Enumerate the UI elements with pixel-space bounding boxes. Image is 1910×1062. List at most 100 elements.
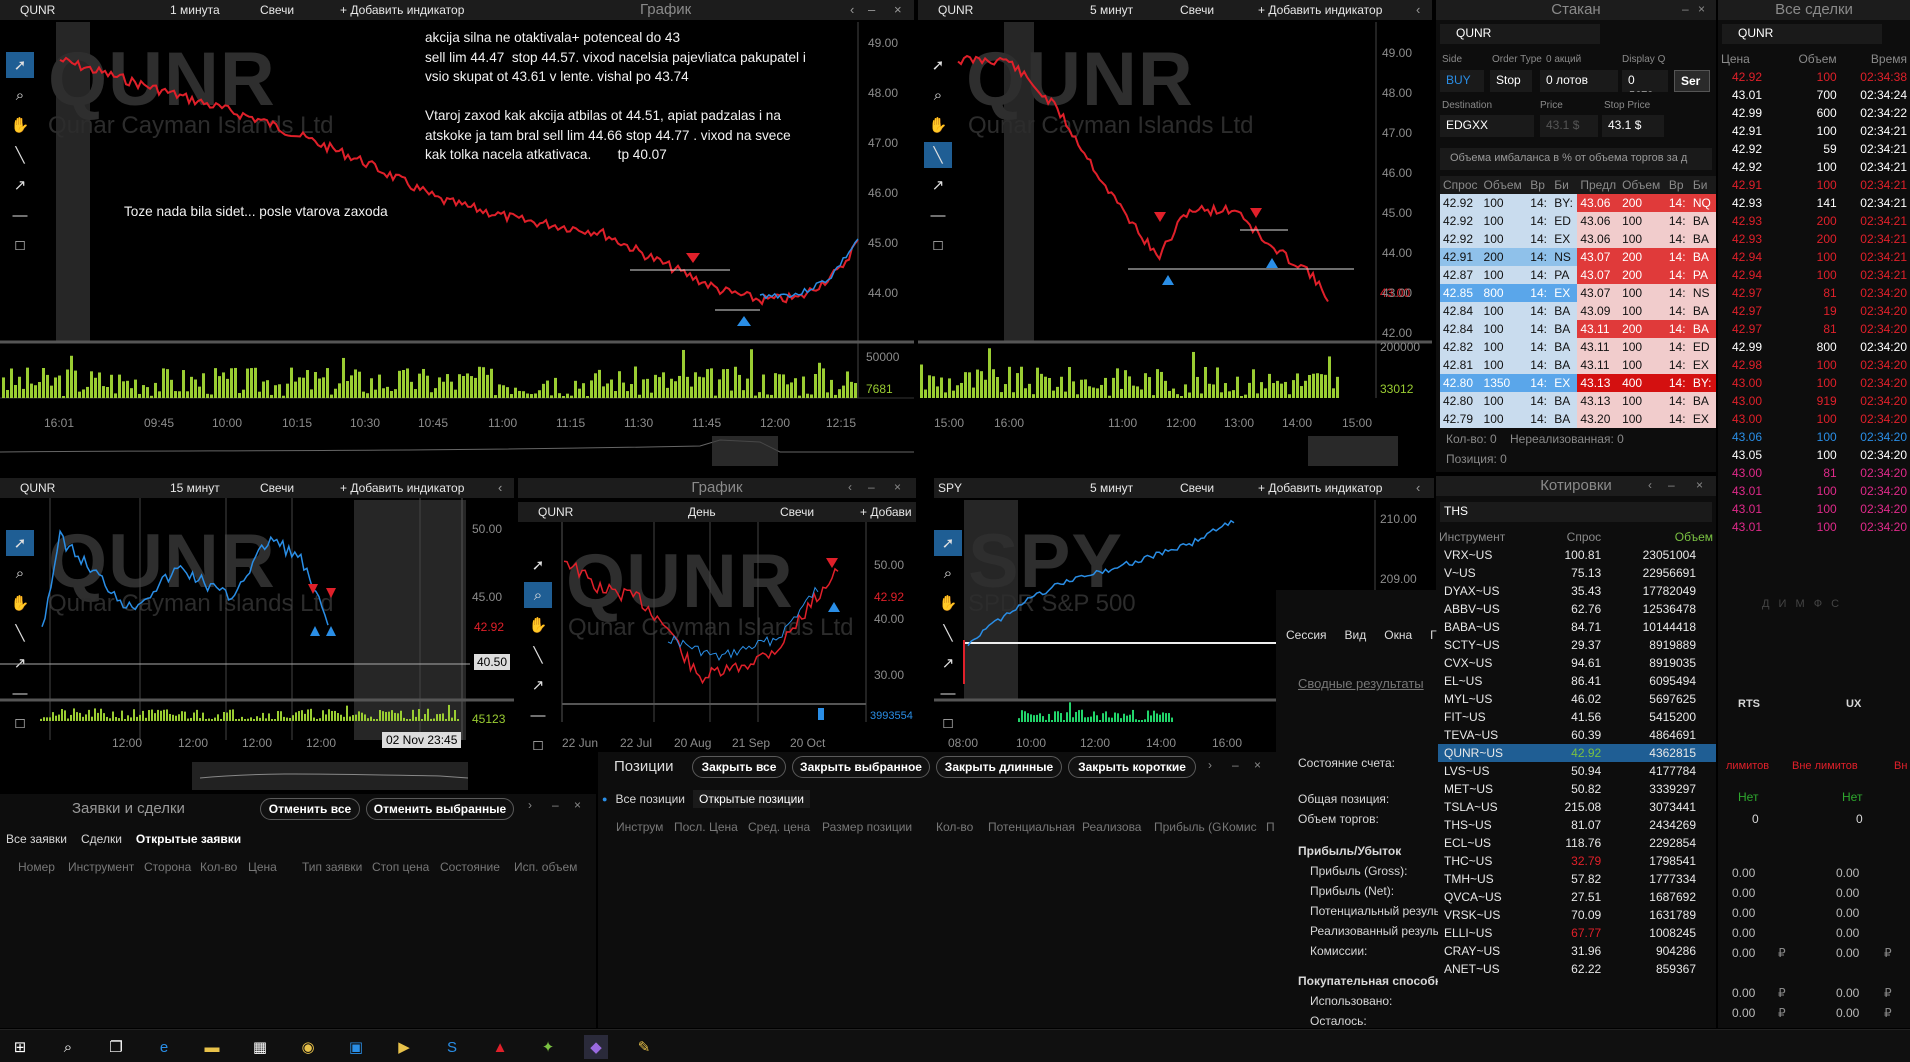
order-book-row[interactable]: 42.79 100 14: BA 43.20 100 14: EX (1440, 410, 1716, 428)
watchlist-select[interactable]: THS (1440, 502, 1712, 522)
quote-row[interactable]: EL~US 86.41 6095494 (1436, 672, 1716, 690)
minimize-icon[interactable]: – (552, 798, 559, 812)
folder-icon[interactable]: ▬ (200, 1035, 224, 1059)
cancel-selected-button[interactable]: Отменить выбранные (366, 798, 514, 820)
quantity-input[interactable]: 0 лотов (1540, 70, 1618, 92)
column-header[interactable]: Спрос (1440, 176, 1481, 194)
menu-item[interactable]: Окна (1384, 628, 1412, 642)
media-player-icon[interactable]: ▶ (392, 1035, 416, 1059)
quote-row[interactable]: LVS~US 50.94 4177784 (1436, 762, 1716, 780)
quote-row[interactable]: SCTY~US 29.37 8919889 (1436, 636, 1716, 654)
side-select[interactable]: BUY (1440, 70, 1484, 92)
symbol-input[interactable]: QUNR (1440, 24, 1600, 44)
order-book-row[interactable]: 42.80 1350 14: EX 43.13 400 14: BY: (1440, 374, 1716, 392)
column-header[interactable]: П (1266, 820, 1275, 834)
quote-row[interactable]: ANET~US 62.22 859367 (1436, 960, 1716, 978)
send-order-button[interactable]: Ser (1674, 70, 1710, 92)
paint-icon[interactable]: ✎ (632, 1035, 656, 1059)
column-header[interactable]: Объем (1781, 50, 1840, 68)
navigator-window[interactable] (712, 436, 778, 466)
store-icon[interactable]: ▦ (248, 1035, 272, 1059)
order-book-row[interactable]: 42.84 100 14: BA 43.09 100 14: BA (1440, 302, 1716, 320)
tab-all-positions[interactable]: Все позиции (615, 792, 685, 806)
column-header[interactable]: Комис (1222, 820, 1257, 834)
order-book-row[interactable]: 42.91 200 14: NS 43.07 200 14: BA (1440, 248, 1716, 266)
filter-letters[interactable]: Д И М Ф С (1762, 598, 1842, 610)
order-book-row[interactable]: 42.84 100 14: BA 43.11 200 14: BA (1440, 320, 1716, 338)
quote-row[interactable]: ELLI~US 67.77 1008245 (1436, 924, 1716, 942)
column-header[interactable]: Вр (1527, 176, 1552, 194)
quote-row[interactable]: QUNR~US 42.92 4362815 (1436, 744, 1716, 762)
quote-row[interactable]: DYAX~US 35.43 17782049 (1436, 582, 1716, 600)
price-chart[interactable] (0, 0, 914, 468)
minimize-icon[interactable]: – (1682, 2, 1689, 16)
summary-link[interactable]: Сводные результаты (1298, 676, 1424, 691)
quote-row[interactable]: TSLA~US 215.08 3073441 (1436, 798, 1716, 816)
skype-icon[interactable]: S (440, 1035, 464, 1059)
quote-row[interactable]: VRSK~US 70.09 1631789 (1436, 906, 1716, 924)
tab-open-positions[interactable]: Открытые позиции (692, 790, 811, 808)
column-header[interactable]: Номер (18, 860, 55, 874)
minimize-icon[interactable]: – (1668, 478, 1675, 492)
menu-item[interactable]: Сессия (1286, 628, 1327, 642)
close-short-button[interactable]: Закрыть короткие (1068, 756, 1196, 778)
column-header[interactable]: Реализова (1082, 820, 1141, 834)
order-book-row[interactable]: 42.92 100 14: BY: 43.06 200 14: NQ (1440, 194, 1716, 212)
order-book-row[interactable]: 42.82 100 14: BA 43.11 100 14: ED (1440, 338, 1716, 356)
quote-row[interactable]: THC~US 32.79 1798541 (1436, 852, 1716, 870)
close-icon[interactable]: × (1254, 758, 1261, 772)
quote-row[interactable]: ABBV~US 62.76 12536478 (1436, 600, 1716, 618)
column-header[interactable]: Объем (1619, 176, 1666, 194)
order-book-row[interactable]: 42.80 100 14: BA 43.13 100 14: BA (1440, 392, 1716, 410)
stop-price-input[interactable]: 43.1 $ (1602, 115, 1664, 137)
quote-row[interactable]: TMH~US 57.82 1777334 (1436, 870, 1716, 888)
column-header[interactable]: Посл. Цена (674, 820, 738, 834)
price-input[interactable]: 43.1 $ (1540, 115, 1598, 137)
pdf-icon[interactable]: ▲ (488, 1035, 512, 1059)
task-view-icon[interactable]: ❐ (104, 1035, 128, 1059)
order-type-select[interactable]: Stop (1490, 70, 1532, 92)
close-icon[interactable]: × (1696, 478, 1703, 492)
order-book-row[interactable]: 42.85 800 14: EX 43.07 100 14: NS (1440, 284, 1716, 302)
column-header[interactable]: Кол-во (936, 820, 973, 834)
close-icon[interactable]: × (1698, 2, 1705, 16)
column-header[interactable]: Спрос (1542, 528, 1605, 546)
quote-row[interactable]: TEVA~US 60.39 4864691 (1436, 726, 1716, 744)
column-header[interactable]: Вр (1665, 176, 1690, 194)
column-header[interactable]: Стоп цена (372, 860, 429, 874)
column-header[interactable]: Время (1840, 50, 1910, 68)
price-chart[interactable] (918, 0, 1432, 468)
quote-row[interactable]: V~US 75.13 22956691 (1436, 564, 1716, 582)
quote-row[interactable]: CRAY~US 31.96 904286 (1436, 942, 1716, 960)
quote-row[interactable]: BABA~US 84.71 10144418 (1436, 618, 1716, 636)
cancel-all-button[interactable]: Отменить все (260, 798, 360, 820)
quote-row[interactable]: FIT~US 41.56 5415200 (1436, 708, 1716, 726)
edge-icon[interactable]: e (152, 1035, 176, 1059)
order-book-row[interactable]: 42.81 100 14: BA 43.11 100 14: EX (1440, 356, 1716, 374)
quote-row[interactable]: THS~US 81.07 2434269 (1436, 816, 1716, 834)
price-chart[interactable] (518, 478, 916, 750)
column-header[interactable]: Прибыль (G (1154, 820, 1221, 834)
trades-table[interactable]: Цена Объем Время 42.92 100 02:34:38 43.01 700 02… (1718, 50, 1910, 536)
trading-app-icon[interactable]: ✦ (536, 1035, 560, 1059)
column-header[interactable]: Цена (1718, 50, 1781, 68)
column-header[interactable]: Сторона (144, 860, 191, 874)
column-header[interactable]: Объем (1480, 176, 1528, 194)
chevron-right-icon[interactable]: › (1208, 758, 1212, 772)
column-header[interactable]: Размер позиции (822, 820, 912, 834)
close-long-button[interactable]: Закрыть длинные (936, 756, 1062, 778)
column-header[interactable]: Потенциальная (988, 820, 1075, 834)
quote-row[interactable]: MYL~US 46.02 5697625 (1436, 690, 1716, 708)
column-header[interactable]: Сред. цена (748, 820, 810, 834)
imbalance-field[interactable]: Объема имбаланса в % от объема торгов за… (1440, 148, 1712, 170)
column-header[interactable]: Кол-во (200, 860, 237, 874)
tab-all-orders[interactable]: Все заявки (6, 832, 67, 846)
app-icon[interactable]: ▣ (344, 1035, 368, 1059)
windows-start-icon[interactable]: ⊞ (8, 1035, 32, 1059)
chrome-icon[interactable]: ◉ (296, 1035, 320, 1059)
tab-deals[interactable]: Сделки (81, 832, 122, 846)
order-book-row[interactable]: 42.92 100 14: EX 43.06 100 14: BA (1440, 230, 1716, 248)
column-header[interactable]: Инструмент (68, 860, 134, 874)
display-input[interactable]: 0 лото (1622, 70, 1668, 92)
menu-item[interactable]: Г (1430, 628, 1437, 642)
